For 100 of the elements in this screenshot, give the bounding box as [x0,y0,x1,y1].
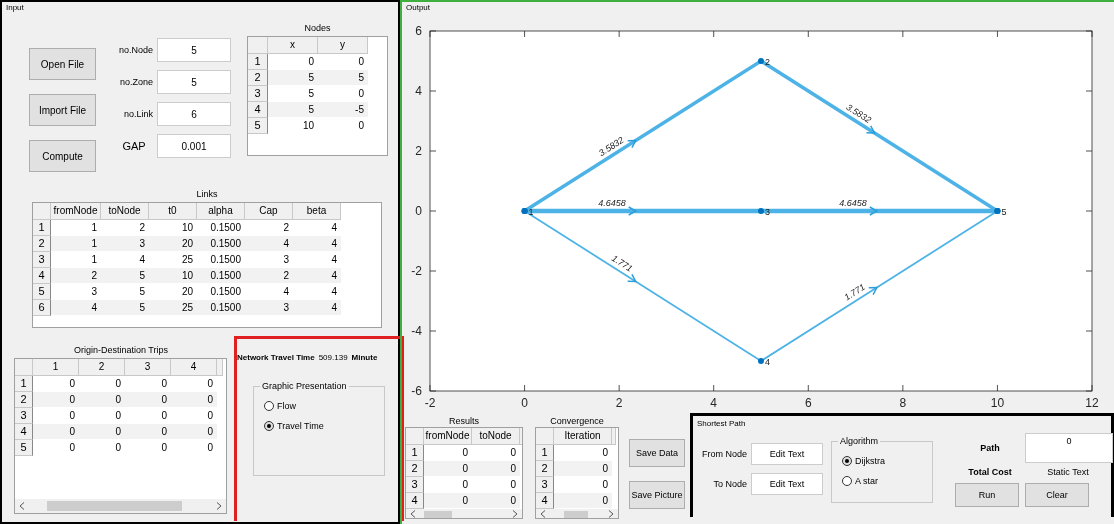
push-button[interactable]: Run [955,483,1019,507]
push-button[interactable]: Open File [29,48,96,80]
scroll-thumb[interactable] [564,511,588,518]
table-cell: 1 [51,236,101,251]
column-header: 4 [171,359,217,376]
table-cell: 5 [268,102,318,117]
row-header: 6 [33,300,51,316]
row-header: 4 [33,268,51,284]
table-cell-text: 5 [138,285,146,299]
table-cell-text: 25 [180,253,194,267]
table-cell: 2 [51,268,101,283]
scroll-left-icon[interactable] [540,509,546,518]
row-header: 2 [33,236,51,252]
input-field[interactable]: 0.001 [157,134,231,158]
input-field[interactable]: 5 [157,38,231,62]
input-field[interactable]: 5 [157,70,231,94]
table-cell-text: 0.1500 [209,285,242,299]
table-corner [33,203,51,220]
axis-tick-label: 4 [710,396,718,410]
row-header: 2 [15,392,33,408]
axis-tick-label: 0 [415,204,422,218]
table-cell-text: 0 [206,441,214,455]
node-label: 1 [528,207,534,217]
table-cell: 10 [149,268,197,283]
arrowhead [627,206,638,216]
row-header: 2 [536,461,554,477]
table-cell-text: 0 [307,55,315,69]
scroll-right-icon[interactable] [608,509,614,518]
table-corner [248,37,268,54]
field-label: no.Zone [118,77,153,87]
push-button[interactable]: Save Data [629,439,685,467]
input-field[interactable]: Edit Text [751,473,823,495]
scroll-thumb[interactable] [47,501,182,511]
row-header: 1 [15,376,33,392]
row-header: 4 [406,493,424,509]
column-header: x [268,37,318,54]
push-button[interactable]: Import File [29,94,96,126]
field-label: GAP [121,140,147,152]
table-cell: 5 [268,70,318,85]
push-button[interactable]: Save Picture [629,481,685,509]
radio-button[interactable] [264,421,274,431]
table-cell: 0 [125,392,171,407]
radio-button[interactable] [842,476,852,486]
column-header: 2 [79,359,125,376]
row-header: 4 [15,424,33,440]
table-cell-text: 0 [357,87,365,101]
row-header: 1 [248,54,268,70]
table-cell: 5 [101,268,149,283]
table-cell-text: 4 [282,285,290,299]
radio-button[interactable] [842,456,852,466]
arrowhead [868,286,879,296]
table-cell: -5 [318,102,368,117]
table-cell-text: 5 [307,87,315,101]
table-cell: 0 [424,493,472,508]
horizontal-scrollbar[interactable] [406,509,522,518]
node-marker [758,358,764,364]
table-cell: 0 [554,493,612,508]
table-cell-text: 0 [160,409,168,423]
radio-label: A star [855,476,878,486]
table-cell-text: 0 [206,409,214,423]
column-header: alpha [197,203,245,220]
row-header: 3 [248,86,268,102]
table-cell-text: 0.1500 [209,221,242,235]
table-cell-text: 0 [114,441,122,455]
radio-button[interactable] [264,401,274,411]
arrowhead [865,125,876,134]
table-cell-text: 0 [206,377,214,391]
column-header: t0 [149,203,197,220]
table-cell: 5 [101,300,149,315]
group-title: Algorithm [838,436,880,446]
input-field[interactable]: 6 [157,102,231,126]
input-field[interactable]: 0 [1025,433,1113,463]
push-button[interactable]: Clear [1025,483,1089,507]
scroll-right-icon[interactable] [512,509,518,518]
push-button[interactable]: Compute [29,140,96,172]
scroll-left-icon[interactable] [19,502,25,510]
table-cell: 2 [245,268,293,283]
scroll-left-icon[interactable] [410,509,416,518]
horizontal-scrollbar[interactable] [15,499,226,513]
axis-tick-label: -2 [424,396,436,410]
field-label: no.Node [117,45,153,55]
table-cell-text: 0 [68,377,76,391]
scroll-right-icon[interactable] [216,502,222,510]
column-header: y [318,37,368,54]
edge-weight-label: 4.6458 [839,198,867,208]
table-cell: 20 [149,236,197,251]
row-header: 3 [33,252,51,268]
radio-label: Dijkstra [855,456,885,466]
input-field[interactable]: Edit Text [751,443,823,465]
column-header: toNode [101,203,149,220]
axis-tick-label: 12 [1085,396,1099,410]
scroll-thumb[interactable] [424,511,452,518]
table-cell-text: 20 [180,285,194,299]
table-cell: 3 [101,236,149,251]
table-title: Results [448,415,480,427]
table-cell: 4 [293,236,341,251]
axis-tick-label: -4 [411,324,422,338]
table-cell: 0 [79,392,125,407]
horizontal-scrollbar[interactable] [536,509,618,518]
table-cell-text: 2 [138,221,146,235]
